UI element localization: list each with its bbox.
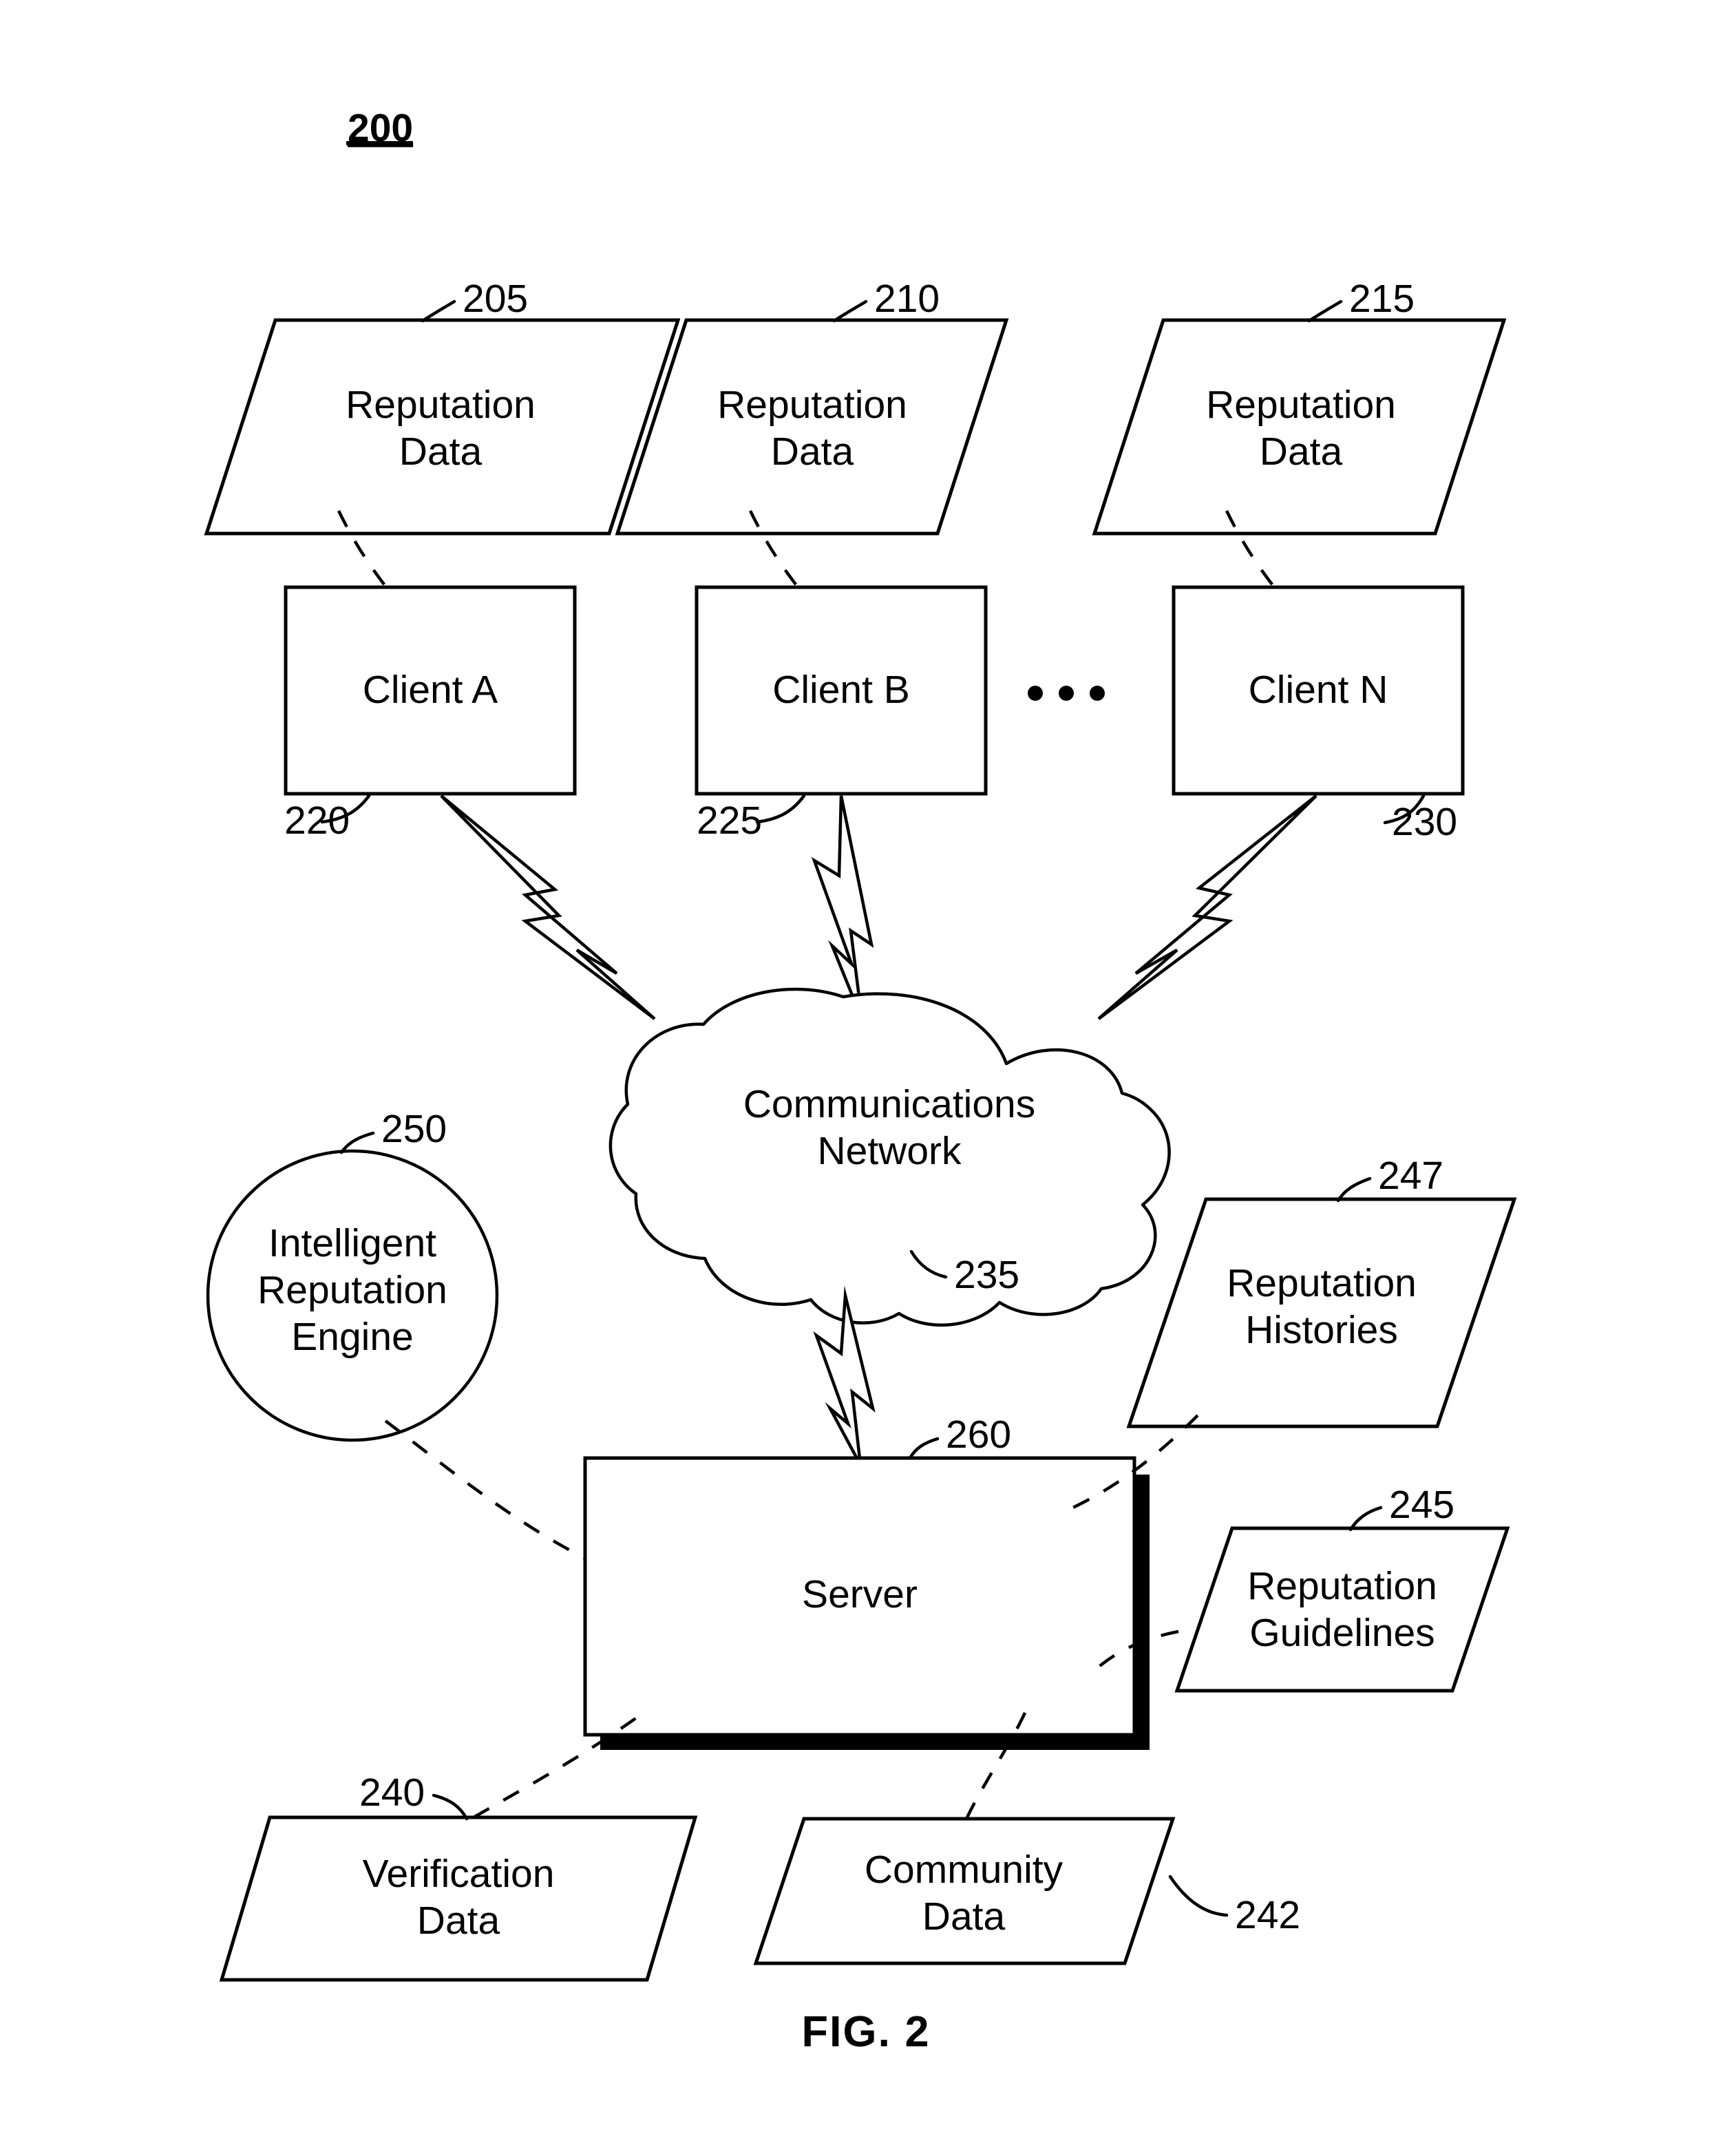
intelligent-reputation-engine-ref: 250 xyxy=(381,1107,447,1151)
ellipsis-dot-2 xyxy=(1059,686,1074,701)
lightning-bolt-client-b xyxy=(811,795,874,1031)
community-data-label-line2: Data xyxy=(922,1894,1006,1939)
client-n-label: Client N xyxy=(1249,668,1388,712)
server-node: Server 260 xyxy=(583,1413,1150,1750)
reputation-data-n-label-line2: Data xyxy=(1260,430,1343,474)
client-a-ref: 220 xyxy=(284,799,350,843)
figure-number-group: 200 xyxy=(346,106,413,150)
communications-network-label-line2: Network xyxy=(817,1129,962,1173)
reputation-data-a-node: Reputation Data 205 xyxy=(204,277,681,536)
reputation-data-b-node: Reputation Data 210 xyxy=(615,277,1009,536)
reputation-histories-node: Reputation Histories 247 xyxy=(1126,1154,1517,1428)
reputation-histories-label-line2: Histories xyxy=(1245,1308,1398,1352)
intelligent-reputation-engine-ref-leader xyxy=(339,1131,375,1154)
intelligent-reputation-engine-label-line2: Reputation xyxy=(257,1268,447,1312)
verification-data-node: Verification Data 240 xyxy=(219,1771,698,1982)
reputation-data-b-label-line2: Data xyxy=(771,430,854,474)
reputation-guidelines-ref-leader xyxy=(1348,1506,1383,1532)
reputation-data-a-label-line1: Reputation xyxy=(346,383,536,427)
reputation-histories-ref: 247 xyxy=(1378,1154,1443,1198)
reputation-data-b-label-line1: Reputation xyxy=(717,383,907,427)
patent-figure: 200 Reputation Data 205 Reputation Data … xyxy=(0,0,1736,2143)
reputation-data-n-label-line1: Reputation xyxy=(1206,383,1396,427)
client-n-node: Client N 230 xyxy=(1172,585,1465,844)
client-b-ref: 225 xyxy=(697,799,762,843)
reputation-guidelines-node: Reputation Guidelines 245 xyxy=(1174,1483,1510,1693)
reputation-guidelines-ref: 245 xyxy=(1389,1483,1454,1527)
client-ellipsis xyxy=(1028,686,1105,701)
figure-caption: FIG. 2 xyxy=(801,2008,930,2056)
communications-network-label-line1: Communications xyxy=(743,1082,1036,1126)
reputation-data-a-ref: 205 xyxy=(463,277,528,321)
reputation-data-n-ref: 215 xyxy=(1349,277,1415,321)
server-ref-leader xyxy=(908,1437,940,1460)
intelligent-reputation-engine-label-line3: Engine xyxy=(291,1315,414,1359)
client-a-label: Client A xyxy=(363,668,498,712)
ellipsis-dot-1 xyxy=(1028,686,1043,701)
reputation-data-n-node: Reputation Data 215 xyxy=(1092,277,1507,536)
community-data-ref: 242 xyxy=(1235,1893,1300,1937)
ellipsis-dot-3 xyxy=(1090,686,1105,701)
reputation-data-n-ref-leader xyxy=(1307,299,1343,323)
diagram-canvas: 200 Reputation Data 205 Reputation Data … xyxy=(204,106,1517,2056)
reputation-data-b-ref: 210 xyxy=(874,277,940,321)
community-data-label-line1: Community xyxy=(865,1848,1063,1892)
verification-data-ref-leader xyxy=(432,1793,469,1821)
server-ref: 260 xyxy=(946,1413,1011,1457)
reputation-guidelines-shape xyxy=(1174,1526,1510,1693)
client-n-ref: 230 xyxy=(1392,800,1457,844)
intelligent-reputation-engine-label-line1: Intelligent xyxy=(268,1221,436,1265)
community-data-node: Community Data 242 xyxy=(753,1817,1300,1965)
verification-data-label-line1: Verification xyxy=(363,1852,555,1896)
reputation-data-b-ref-leader xyxy=(832,299,868,323)
communications-network-ref: 235 xyxy=(954,1253,1019,1297)
reputation-histories-label-line1: Reputation xyxy=(1227,1261,1417,1305)
reputation-guidelines-label-line2: Guidelines xyxy=(1249,1611,1435,1655)
intelligent-reputation-engine-node: Intelligent Reputation Engine 250 xyxy=(206,1107,499,1442)
reputation-data-a-ref-leader xyxy=(421,299,456,323)
lightning-bolt-client-a xyxy=(440,794,656,1020)
communications-network-node: Communications Network 235 xyxy=(608,987,1171,1327)
reputation-guidelines-label-line1: Reputation xyxy=(1247,1564,1437,1608)
server-label: Server xyxy=(802,1572,918,1616)
client-b-ref-leader xyxy=(755,794,806,824)
lightning-bolt-client-n xyxy=(1097,794,1317,1020)
community-data-ref-leader xyxy=(1168,1875,1229,1917)
verification-data-label-line2: Data xyxy=(417,1899,500,1943)
reputation-histories-ref-leader xyxy=(1336,1176,1372,1203)
verification-data-ref: 240 xyxy=(359,1771,425,1815)
client-b-label: Client B xyxy=(772,668,910,712)
client-a-node: Client A 220 xyxy=(284,585,577,843)
reputation-data-a-label-line2: Data xyxy=(399,430,483,474)
